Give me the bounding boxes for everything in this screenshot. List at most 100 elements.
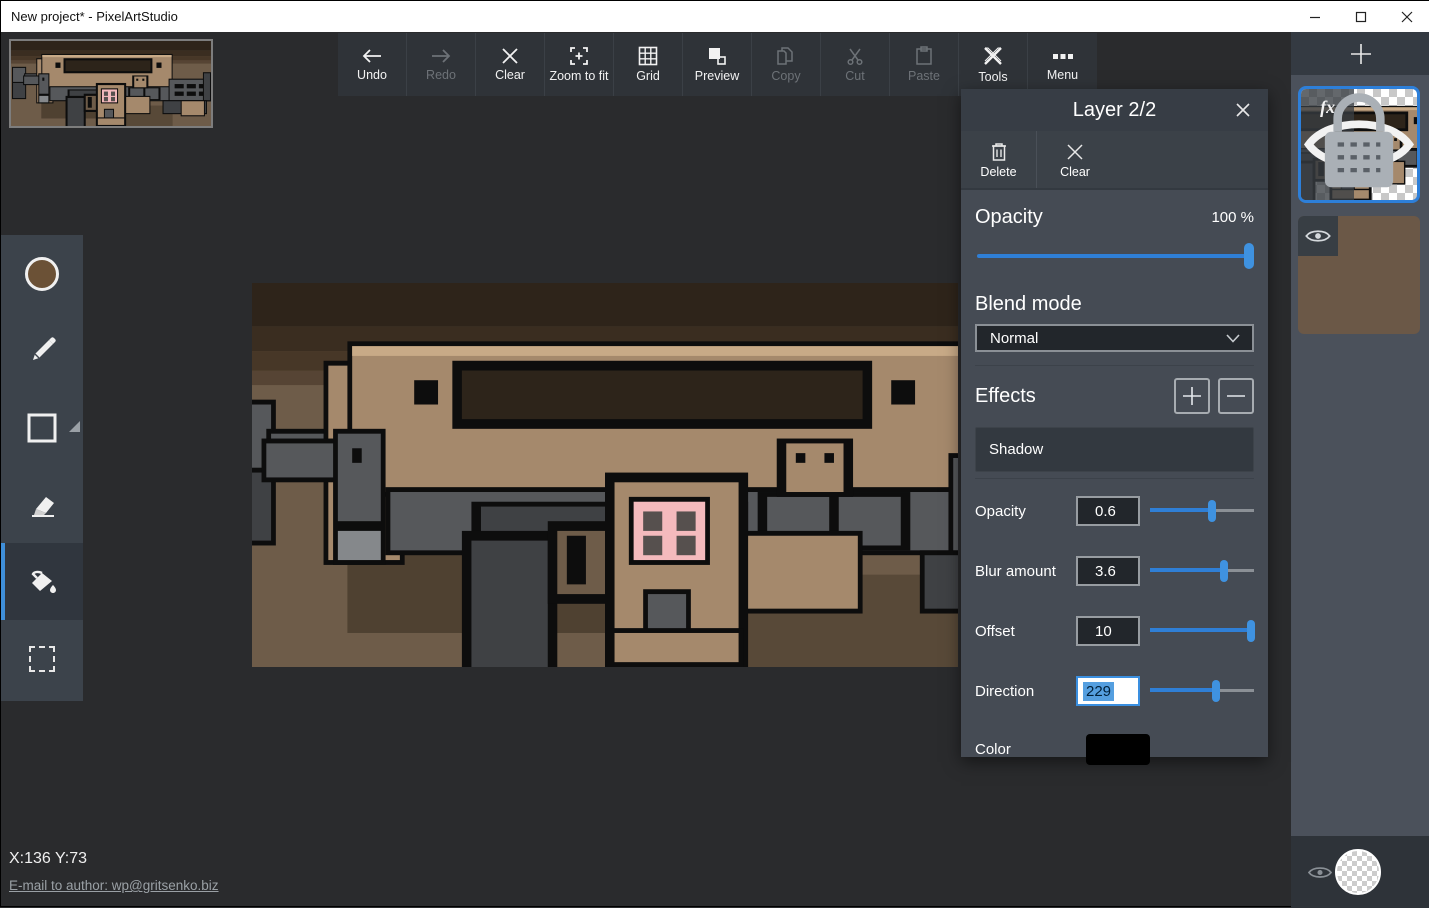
layers-sidebar: fx xyxy=(1291,32,1429,908)
tools-button[interactable]: Tools xyxy=(959,33,1028,96)
ellipsis-dots-icon xyxy=(1051,47,1075,65)
visibility-toggle[interactable] xyxy=(1298,216,1338,256)
opacity-value: 100 % xyxy=(1211,209,1254,226)
tool-pencil[interactable] xyxy=(1,312,83,389)
effect-offset-slider[interactable] xyxy=(1150,620,1254,642)
undo-arrow-icon xyxy=(361,47,383,65)
minimize-icon xyxy=(1309,11,1321,23)
preview-squares-icon xyxy=(707,46,727,66)
canvas-art xyxy=(252,283,958,667)
layer-panel-title: Layer 2/2 xyxy=(1073,99,1156,122)
effect-direction-slider[interactable] xyxy=(1150,680,1254,702)
delete-layer-button[interactable]: Delete xyxy=(961,131,1037,188)
copy-button[interactable]: Copy xyxy=(752,33,821,96)
effect-item-shadow[interactable]: Shadow xyxy=(975,427,1254,472)
tool-select[interactable] xyxy=(1,620,83,697)
effect-opacity-input[interactable]: 0.6 xyxy=(1076,496,1140,526)
transparent-background-swatch[interactable] xyxy=(1335,849,1381,895)
param-row-opacity: Opacity 0.6 xyxy=(975,481,1254,541)
layer-item-background[interactable] xyxy=(1298,216,1420,334)
remove-effect-button[interactable] xyxy=(1218,378,1254,414)
layer-item-artwork[interactable]: fx xyxy=(1298,86,1420,203)
shadow-color-swatch[interactable] xyxy=(1086,734,1150,765)
undo-button[interactable]: Undo xyxy=(338,33,407,96)
chevron-down-icon xyxy=(1226,334,1240,343)
clear-button[interactable]: Clear xyxy=(476,33,545,96)
effect-offset-input[interactable]: 10 xyxy=(1076,616,1140,646)
pencil-icon xyxy=(25,334,59,368)
slider-handle[interactable] xyxy=(1220,560,1228,582)
paste-button[interactable]: Paste xyxy=(890,33,959,96)
zoom-fit-icon xyxy=(569,46,589,66)
opacity-label: Opacity xyxy=(975,206,1043,229)
slider-track xyxy=(977,254,1252,258)
param-row-color: Color xyxy=(975,721,1254,777)
minus-icon xyxy=(1225,385,1247,407)
clear-x-icon xyxy=(501,47,519,65)
maximize-icon xyxy=(1355,11,1367,23)
effect-opacity-slider[interactable] xyxy=(1150,500,1254,522)
flyout-corner-indicator xyxy=(69,421,80,432)
status-bar: X:136 Y:73 E-mail to author: wp@gritsenk… xyxy=(9,850,219,895)
clear-x-icon xyxy=(1066,141,1084,163)
zoom-to-fit-button[interactable]: Zoom to fit xyxy=(545,33,614,96)
eraser-icon xyxy=(24,489,60,521)
paint-bucket-icon xyxy=(24,565,60,599)
title-bar: New project* - PixelArtStudio xyxy=(1,1,1429,32)
close-icon xyxy=(1401,11,1413,23)
effect-direction-input[interactable]: 229 xyxy=(1076,676,1140,706)
minimize-button[interactable] xyxy=(1292,1,1338,32)
preview-art xyxy=(11,41,211,126)
drawing-canvas[interactable] xyxy=(252,283,958,667)
cut-button[interactable]: Cut xyxy=(821,33,890,96)
grid-button[interactable]: Grid xyxy=(614,33,683,96)
scissors-icon xyxy=(845,46,865,66)
redo-arrow-icon xyxy=(430,47,452,65)
plus-icon xyxy=(1181,385,1203,407)
clear-layer-button[interactable]: Clear xyxy=(1037,131,1113,188)
color-circle-icon xyxy=(25,257,59,291)
tool-panel xyxy=(1,235,83,701)
background-color-bar xyxy=(1291,836,1429,908)
layer-opacity-slider[interactable] xyxy=(975,243,1254,269)
tool-current-color[interactable] xyxy=(1,235,83,312)
crossed-tools-icon xyxy=(982,45,1004,67)
layer-panel-body: Opacity 100 % Blend mode Normal Effects xyxy=(961,206,1268,777)
effect-blur-slider[interactable] xyxy=(1150,560,1254,582)
window-controls xyxy=(1292,1,1429,32)
background-visibility-eye-icon[interactable] xyxy=(1307,864,1333,881)
slider-handle[interactable] xyxy=(1247,620,1255,642)
maximize-button[interactable] xyxy=(1338,1,1384,32)
trash-icon xyxy=(989,141,1009,163)
plus-icon xyxy=(1349,42,1373,66)
param-row-blur: Blur amount 3.6 xyxy=(975,541,1254,601)
close-icon xyxy=(1235,102,1251,118)
layer-properties-panel: Layer 2/2 Delete Clear Opacity 100 % Bl xyxy=(961,89,1268,757)
slider-handle[interactable] xyxy=(1244,243,1254,269)
slider-handle[interactable] xyxy=(1208,500,1216,522)
preview-button[interactable]: Preview xyxy=(683,33,752,96)
menu-button[interactable]: Menu xyxy=(1028,33,1097,96)
close-button[interactable] xyxy=(1384,1,1429,32)
tool-fill[interactable] xyxy=(1,543,83,620)
app-window: { "window": { "title": "New project* - P… xyxy=(0,0,1429,907)
author-email-link[interactable]: E-mail to author: wp@gritsenko.biz xyxy=(9,878,219,893)
lock-icon[interactable] xyxy=(1301,89,1417,200)
layer-panel-header: Layer 2/2 xyxy=(961,89,1268,131)
param-row-offset: Offset 10 xyxy=(975,601,1254,661)
artwork-preview-thumbnail xyxy=(9,39,213,128)
effects-label: Effects xyxy=(975,385,1036,408)
layer-panel-close-button[interactable] xyxy=(1234,101,1252,119)
add-effect-button[interactable] xyxy=(1174,378,1210,414)
blend-mode-dropdown[interactable]: Normal xyxy=(975,324,1254,352)
tool-rectangle[interactable] xyxy=(1,389,83,466)
dashed-selection-icon xyxy=(29,646,55,672)
tool-eraser[interactable] xyxy=(1,466,83,543)
blend-mode-label: Blend mode xyxy=(975,293,1254,316)
effect-params: Opacity 0.6 Blur amount 3.6 Offset 10 xyxy=(975,478,1254,777)
slider-handle[interactable] xyxy=(1212,680,1220,702)
cursor-coordinates: X:136 Y:73 xyxy=(9,850,219,868)
effect-blur-input[interactable]: 3.6 xyxy=(1076,556,1140,586)
redo-button[interactable]: Redo xyxy=(407,33,476,96)
add-layer-button[interactable] xyxy=(1291,32,1429,75)
